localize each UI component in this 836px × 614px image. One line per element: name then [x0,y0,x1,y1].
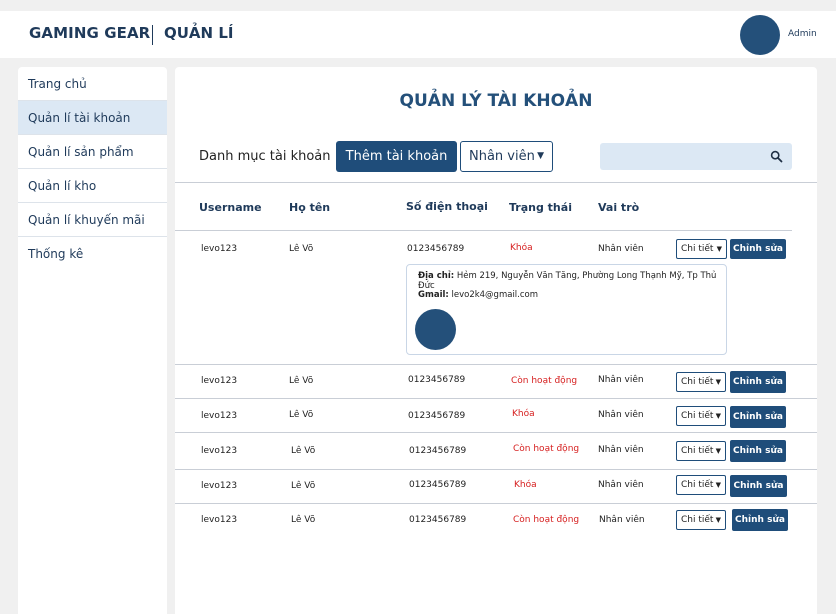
sidebar-item-home[interactable]: Trang chủ [18,67,167,101]
divider [175,230,792,231]
cell-status: Còn hoạt động [513,444,580,454]
top-bar: GAMING GEAR QUẢN LÍ Admin [0,11,836,58]
divider [175,503,817,504]
main-panel: QUẢN LÝ TÀI KHOẢN Danh mục tài khoản Thê… [175,67,817,614]
search-input[interactable] [600,143,765,170]
sidebar-item-promotions[interactable]: Quản lí khuyến mãi [18,203,167,237]
cell-username: levo123 [201,515,238,525]
cell-role: Nhân viên [598,410,644,420]
cell-name: Lê Võ [291,481,316,491]
cell-phone: 0123456789 [407,244,465,254]
detail-dropdown[interactable]: Chi tiết ▼ [676,510,726,530]
cell-role: Nhân viên [599,515,645,525]
cell-role: Nhân viên [598,480,644,490]
brand-logo[interactable]: GAMING GEAR [29,24,150,42]
cell-name: Lê Võ [289,376,314,386]
detail-dropdown-label: Chi tiết [681,480,714,490]
cell-username: levo123 [201,411,238,421]
chevron-down-icon: ▼ [715,516,721,524]
cell-phone: 0123456789 [409,446,467,456]
cell-username: levo123 [201,244,238,254]
detail-dropdown-label: Chi tiết [681,411,714,421]
edit-button[interactable]: Chỉnh sửa [730,440,786,462]
detail-avatar [415,309,456,350]
divider [175,364,817,365]
cell-phone: 0123456789 [408,411,466,421]
divider [175,398,817,399]
edit-button[interactable]: Chỉnh sửa [730,239,786,259]
divider [175,432,817,433]
detail-dropdown-label: Chi tiết [681,515,714,525]
chevron-down-icon: ▼ [715,378,721,386]
detail-dropdown[interactable]: Chi tiết ▼ [676,239,727,259]
detail-dropdown-label: Chi tiết [681,377,714,387]
account-detail-card: Địa chỉ: Hẻm 219, Nguyễn Văn Tăng, Phườn… [406,264,727,355]
detail-address-label: Địa chỉ: [418,271,455,281]
sidebar-item-statistics[interactable]: Thống kê [18,237,167,271]
cell-phone: 0123456789 [409,515,467,525]
cell-name: Lê Võ [291,515,316,525]
edit-button[interactable]: Chỉnh sửa [730,475,787,497]
column-header-name: Họ tên [289,201,331,214]
page-title: QUẢN LÝ TÀI KHOẢN [399,91,593,111]
detail-email-value: levo2k4@gmail.com [451,290,539,300]
divider [175,182,817,183]
column-header-username: Username [199,201,262,214]
detail-dropdown[interactable]: Chi tiết ▼ [676,372,726,392]
cell-status: Còn hoạt động [511,376,578,386]
cell-status: Còn hoạt động [513,515,580,525]
cell-phone: 0123456789 [409,480,467,490]
detail-email: Gmail: levo2k4@gmail.com [418,290,538,300]
detail-address-value: Hẻm 219, Nguyễn Văn Tăng, Phường Long Th… [418,271,717,291]
chevron-down-icon: ▼ [715,447,721,455]
chevron-down-icon: ▼ [715,481,721,489]
detail-dropdown[interactable]: Chi tiết ▼ [676,406,726,426]
detail-address: Địa chỉ: Hẻm 219, Nguyễn Văn Tăng, Phườn… [418,271,726,291]
search-icon[interactable] [770,150,783,163]
detail-email-label: Gmail: [418,290,449,300]
user-name[interactable]: Admin [788,29,817,39]
category-label: Danh mục tài khoản [199,149,331,164]
cell-username: levo123 [201,481,238,491]
cell-status: Khóa [514,480,537,490]
detail-dropdown[interactable]: Chi tiết ▼ [676,441,726,461]
role-filter-value: Nhân viên [469,149,535,164]
detail-dropdown[interactable]: Chi tiết ▼ [676,475,726,495]
edit-button[interactable]: Chỉnh sửa [732,509,788,531]
cell-role: Nhân viên [598,375,644,385]
cell-phone: 0123456789 [408,375,466,385]
cell-status: Khóa [510,243,533,253]
detail-dropdown-label: Chi tiết [681,446,714,456]
sidebar-item-warehouse[interactable]: Quản lí kho [18,169,167,203]
user-avatar[interactable] [740,15,780,55]
brand-divider [152,25,153,45]
cell-status: Khóa [512,409,535,419]
column-header-role: Vai trò [598,201,640,214]
cell-role: Nhân viên [598,445,644,455]
chevron-down-icon: ▼ [715,412,721,420]
add-account-button[interactable]: Thêm tài khoản [336,141,457,172]
cell-name: Lê Võ [289,410,314,420]
cell-username: levo123 [201,376,238,386]
search-box [600,143,792,170]
divider [175,469,817,470]
column-header-phone: Số điện thoại [406,200,488,213]
edit-button[interactable]: Chỉnh sửa [730,406,786,428]
chevron-down-icon: ▼ [716,245,722,253]
cell-role: Nhân viên [598,244,644,254]
role-filter-select[interactable]: Nhân viên ▼ [460,141,553,172]
cell-name: Lê Võ [289,244,314,254]
sidebar-item-accounts[interactable]: Quản lí tài khoản [18,101,167,135]
detail-dropdown-label: Chi tiết [681,244,714,254]
sidebar: Trang chủ Quản lí tài khoản Quản lí sản … [18,67,167,614]
cell-name: Lê Võ [291,446,316,456]
chevron-down-icon: ▼ [537,151,544,161]
cell-username: levo123 [201,446,238,456]
column-header-status: Trạng thái [509,201,572,214]
section-title: QUẢN LÍ [164,24,234,42]
sidebar-item-products[interactable]: Quản lí sản phẩm [18,135,167,169]
edit-button[interactable]: Chỉnh sửa [730,371,786,393]
